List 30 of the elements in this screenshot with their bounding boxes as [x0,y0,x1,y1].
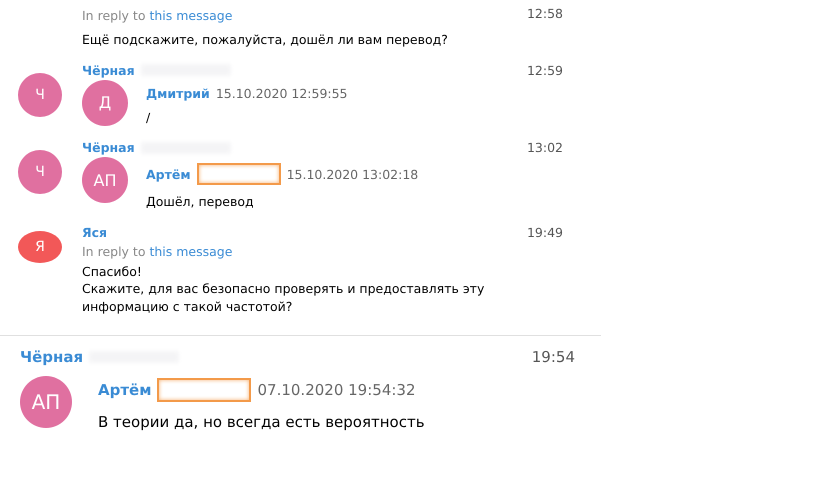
message-time: 19:54 [532,348,575,366]
message-text: В теории да, но всегда есть вероятность [98,412,426,433]
reply-link[interactable]: this message [149,244,232,258]
reply-label: In reply to this message [82,244,234,258]
author-name: Чёрная [20,348,84,366]
avatar: АП [82,157,128,203]
avatar: АП [20,376,72,428]
message-time: 12:58 [526,6,563,21]
reply-link[interactable]: this message [149,8,232,23]
reply-label: In reply to this message [82,8,232,23]
message-time: 12:59 [526,62,563,78]
author-name: Яся [82,224,108,240]
avatar: Ч [18,72,62,116]
avatar: Я [18,230,62,262]
message-text: Дошёл, перевод [146,193,255,210]
message-time: 13:02 [526,140,563,155]
message-text: / [146,108,152,126]
author-name: Чёрная [82,62,135,78]
author-name: Чёрная [82,140,135,155]
avatar: Д [82,80,128,126]
message-time: 19:49 [526,224,563,240]
forwarded-author: Артём [98,381,152,399]
forwarded-date: 15.10.2020 12:59:55 [216,86,348,100]
forwarded-author: Артём [146,166,191,182]
forwarded-date: 07.10.2020 19:54:32 [257,381,416,399]
message-text: Ещё подскажите, пожалуйста, дошёл ли вам перевод? [82,31,449,48]
avatar: Ч [18,150,62,194]
message-text: Спасибо! Скажите, для вас безопасно проверять и предоставлять эту информацию с такой частотой? [82,262,486,315]
forwarded-author: Дмитрий [146,86,210,100]
forwarded-date: 15.10.2020 13:02:18 [286,166,418,182]
